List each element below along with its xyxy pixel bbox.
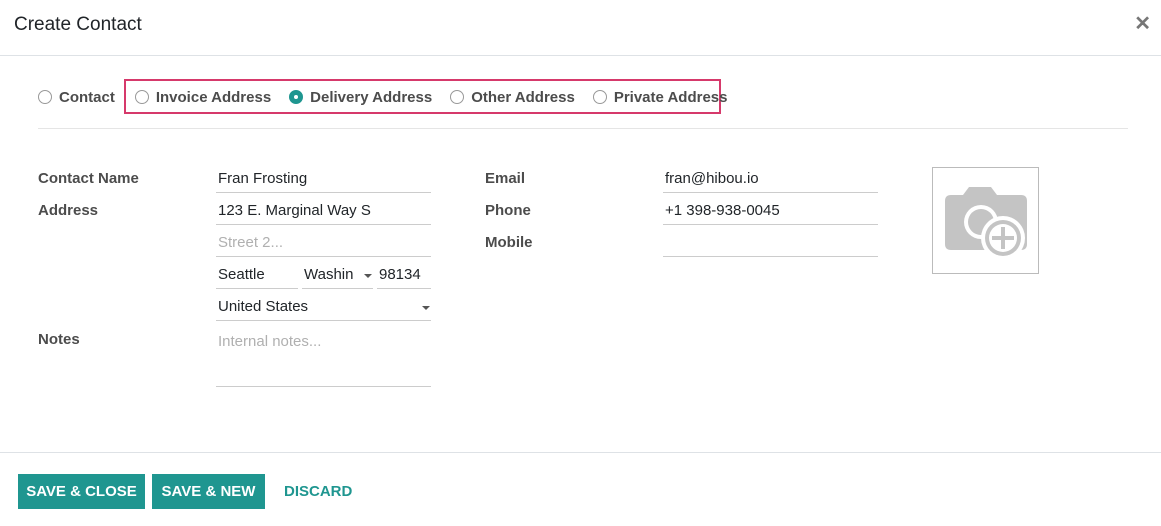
- street-input[interactable]: 123 E. Marginal Way S: [216, 199, 431, 225]
- radio-label: Private Address: [613, 88, 728, 106]
- radio-label: Delivery Address: [310, 88, 433, 106]
- divider: [38, 128, 1128, 129]
- country-select[interactable]: United States: [216, 295, 431, 321]
- phone-input[interactable]: +1 398-938-0045: [663, 199, 878, 225]
- address-label: Address: [38, 202, 99, 219]
- mobile-input[interactable]: [663, 231, 878, 257]
- photo-upload[interactable]: [932, 167, 1039, 274]
- radio-label: Invoice Address: [155, 88, 272, 106]
- discard-button[interactable]: DISCARD: [284, 474, 352, 509]
- notes-label: Notes: [38, 331, 80, 348]
- email-label: Email: [485, 170, 526, 187]
- state-value: Washin: [304, 266, 354, 283]
- radio-circle-icon[interactable]: [38, 90, 52, 104]
- radio-label: Other Address: [471, 88, 575, 106]
- phone-label: Phone: [485, 202, 531, 219]
- chevron-down-icon: [422, 306, 430, 310]
- radio-circle-icon[interactable]: [450, 90, 465, 104]
- save-new-button[interactable]: SAVE & NEW: [152, 474, 265, 509]
- notes-textarea[interactable]: Internal notes...: [216, 329, 431, 387]
- address-type-radio-group: Contact Invoice Address Delivery Address…: [38, 82, 746, 112]
- radio-label: Contact: [59, 88, 115, 106]
- zip-input[interactable]: 98134: [377, 263, 431, 289]
- camera-plus-icon: [945, 187, 1027, 260]
- save-close-button[interactable]: SAVE & CLOSE: [18, 474, 145, 509]
- radio-checked-icon[interactable]: [289, 90, 304, 104]
- radio-delivery-address[interactable]: Delivery Address: [289, 89, 432, 106]
- radio-other-address[interactable]: Other Address: [450, 89, 575, 106]
- street2-input[interactable]: Street 2...: [216, 231, 431, 257]
- radio-private-address[interactable]: Private Address: [592, 88, 728, 106]
- mobile-label: Mobile: [485, 234, 533, 251]
- email-input[interactable]: fran@hibou.io: [663, 167, 878, 193]
- dialog-header: Create Contact ✕: [0, 0, 1161, 56]
- radio-circle-icon[interactable]: [592, 90, 607, 104]
- footer-divider: [0, 452, 1161, 453]
- contact-name-label: Contact Name: [38, 170, 139, 187]
- dialog-title: Create Contact: [14, 14, 142, 35]
- chevron-down-icon: [364, 274, 372, 278]
- city-input[interactable]: Seattle: [216, 263, 298, 289]
- state-select[interactable]: Washin: [302, 263, 373, 289]
- radio-circle-icon[interactable]: [134, 90, 149, 104]
- contact-name-input[interactable]: Fran Frosting: [216, 167, 431, 193]
- radio-invoice-address[interactable]: Invoice Address: [134, 88, 272, 106]
- country-value: United States: [218, 298, 309, 315]
- radio-contact[interactable]: Contact: [38, 89, 115, 106]
- close-icon[interactable]: ✕: [1134, 12, 1151, 36]
